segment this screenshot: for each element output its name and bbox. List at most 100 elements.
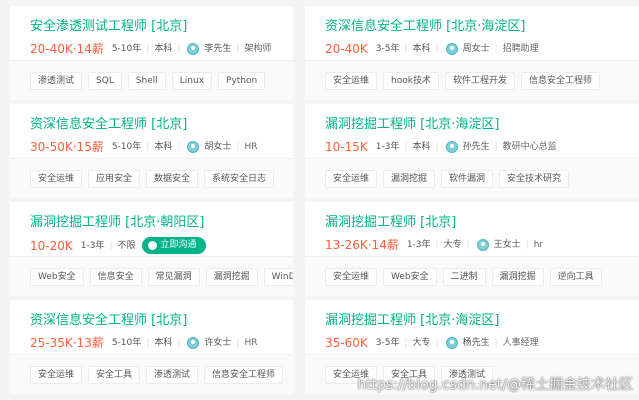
recruiter: 胡女士 | HR bbox=[187, 139, 257, 155]
job-title[interactable]: 漏洞挖掘工程师 [北京] bbox=[325, 214, 639, 232]
divider: | bbox=[404, 142, 408, 152]
skill-tag: 安全技术研究 bbox=[499, 169, 570, 188]
chat-now-label: 立即沟通 bbox=[160, 240, 197, 250]
job-meta: 20-40K 3-5年 | 本科 | 周女士 | 招聘助理 bbox=[325, 41, 639, 57]
divider: | bbox=[236, 142, 240, 152]
recruiter-name: 李先生 bbox=[204, 44, 232, 54]
skill-tag: 安全工具 bbox=[88, 365, 141, 384]
job-card[interactable]: 安全渗透测试工程师 [北京] 20-40K·14薪 5-10年 | 本科 | 李… bbox=[10, 6, 293, 100]
job-meta: 25-35K·13薪 5-10年 | 本科 | 许女士 | HR bbox=[30, 335, 293, 351]
tag-list: 安全运维 安全工具 渗透测试 信息安全工程师 bbox=[10, 354, 293, 394]
job-card[interactable]: 资深信息安全工程师 [北京] 25-35K·13薪 5-10年 | 本科 | 许… bbox=[10, 300, 293, 394]
divider: | bbox=[494, 338, 498, 348]
divider: | bbox=[435, 240, 439, 250]
recruiter-name: 胡女士 bbox=[204, 142, 232, 152]
divider: | bbox=[177, 44, 181, 54]
divider: | bbox=[466, 240, 470, 250]
experience: 5-10年 bbox=[111, 44, 142, 54]
job-title[interactable]: 漏洞挖掘工程师 [北京·海淀区] bbox=[325, 116, 639, 134]
skill-tag: 渗透测试 bbox=[30, 71, 83, 90]
tag-list: Web安全 信息安全 常见漏洞 漏洞挖掘 WinDbg bbox=[10, 256, 293, 296]
tag-list: 安全运维 应用安全 数据安全 系统安全日志 bbox=[10, 158, 293, 198]
skill-tag: Web安全 bbox=[30, 267, 84, 286]
skill-tag: 漏洞挖掘 bbox=[491, 267, 544, 286]
divider: | bbox=[236, 338, 240, 348]
skill-tag: 漏洞挖掘 bbox=[205, 267, 258, 286]
recruiter-name: 王女士 bbox=[493, 240, 521, 250]
skill-tag: Linux bbox=[171, 71, 213, 90]
avatar-icon bbox=[187, 43, 200, 55]
job-card[interactable]: 漏洞挖掘工程师 [北京·朝阳区] 10-20K 1-3年 | 不限 立即沟通 W… bbox=[10, 202, 293, 296]
chat-icon bbox=[147, 241, 157, 250]
recruiter-position: hr bbox=[533, 240, 544, 250]
job-meta: 13-26K·14薪 1-3年 | 大专 | 王女士 | hr bbox=[325, 237, 639, 253]
skill-tag: 渗透测试 bbox=[146, 365, 199, 384]
skill-tag: Python bbox=[218, 71, 266, 90]
skill-tag: 安全运维 bbox=[325, 169, 378, 188]
tag-list: 安全运维 漏洞挖掘 软件漏洞 安全技术研究 bbox=[305, 158, 639, 198]
education: 不限 bbox=[117, 240, 136, 251]
job-card[interactable]: 漏洞挖掘工程师 [北京·海淀区] 10-15K 1-3年 | 本科 | 孙先生 … bbox=[305, 104, 639, 198]
skill-tag: WinDbg bbox=[263, 267, 293, 286]
salary: 25-35K·13薪 bbox=[30, 336, 104, 350]
divider: | bbox=[435, 44, 439, 54]
divider: | bbox=[494, 44, 498, 54]
job-meta: 35-60K 3-5年 | 大专 | 杨先生 | 人事经理 bbox=[325, 335, 639, 351]
skill-tag: 系统安全日志 bbox=[204, 169, 275, 188]
job-title[interactable]: 漏洞挖掘工程师 [北京·海淀区] bbox=[325, 312, 639, 330]
skill-tag: 逆向工具 bbox=[549, 267, 602, 286]
recruiter: 王女士 | hr bbox=[476, 237, 544, 253]
skill-tag: 信息安全工程师 bbox=[204, 365, 284, 384]
recruiter-name: 周女士 bbox=[462, 44, 490, 54]
skill-tag: Shell bbox=[127, 71, 166, 90]
divider: | bbox=[404, 338, 408, 348]
divider: | bbox=[177, 338, 181, 348]
skill-tag: 软件漏洞 bbox=[441, 169, 494, 188]
job-title[interactable]: 资深信息安全工程师 [北京·海淀区] bbox=[325, 18, 639, 36]
avatar-icon bbox=[187, 141, 200, 153]
job-title[interactable]: 资深信息安全工程师 [北京] bbox=[30, 116, 293, 134]
recruiter-position: 人事经理 bbox=[502, 338, 539, 348]
skill-tag: 软件工程开发 bbox=[444, 71, 515, 90]
skill-tag: 安全运维 bbox=[325, 267, 378, 286]
job-card[interactable]: 漏洞挖掘工程师 [北京] 13-26K·14薪 1-3年 | 大专 | 王女士 … bbox=[305, 202, 639, 296]
skill-tag: 数据安全 bbox=[146, 169, 199, 188]
job-card[interactable]: 资深信息安全工程师 [北京·海淀区] 20-40K 3-5年 | 本科 | 周女… bbox=[305, 6, 639, 100]
divider: | bbox=[435, 142, 439, 152]
skill-tag: 二进制 bbox=[442, 267, 486, 286]
salary: 20-40K bbox=[325, 42, 368, 56]
skill-tag: 信息安全工程师 bbox=[520, 71, 600, 90]
job-meta: 20-40K·14薪 5-10年 | 本科 | 李先生 | 架构师 bbox=[30, 41, 293, 57]
education: 大专 bbox=[412, 338, 431, 348]
recruiter: 周女士 | 招聘助理 bbox=[445, 41, 539, 57]
recruiter-position: HR bbox=[244, 142, 258, 152]
experience: 1-3年 bbox=[406, 240, 431, 250]
skill-tag: 常见漏洞 bbox=[147, 267, 200, 286]
job-meta: 10-15K 1-3年 | 本科 | 孙先生 | 教研中心总监 bbox=[325, 139, 639, 155]
chat-now-button[interactable]: 立即沟通 bbox=[141, 237, 206, 254]
job-title[interactable]: 安全渗透测试工程师 [北京] bbox=[30, 18, 293, 36]
skill-tag: 漏洞挖掘 bbox=[383, 169, 436, 188]
job-meta: 10-20K 1-3年 | 不限 立即沟通 bbox=[30, 237, 293, 254]
education: 本科 bbox=[154, 338, 173, 348]
job-title[interactable]: 资深信息安全工程师 [北京] bbox=[30, 312, 293, 330]
divider: | bbox=[404, 44, 408, 54]
recruiter-position: 教研中心总监 bbox=[502, 142, 557, 152]
recruiter: 许女士 | HR bbox=[187, 335, 257, 351]
job-card[interactable]: 资深信息安全工程师 [北京] 30-50K·15薪 5-10年 | 本科 | 胡… bbox=[10, 104, 293, 198]
divider: | bbox=[146, 142, 150, 152]
recruiter: 杨先生 | 人事经理 bbox=[445, 335, 539, 351]
job-grid: 安全渗透测试工程师 [北京] 20-40K·14薪 5-10年 | 本科 | 李… bbox=[10, 6, 639, 394]
recruiter-name: 杨先生 bbox=[462, 338, 490, 348]
job-title[interactable]: 漏洞挖掘工程师 [北京·朝阳区] bbox=[30, 214, 293, 232]
experience: 1-3年 bbox=[375, 142, 400, 152]
divider: | bbox=[494, 142, 498, 152]
avatar-icon bbox=[445, 337, 458, 349]
experience: 5-10年 bbox=[111, 142, 142, 152]
skill-tag: 安全运维 bbox=[325, 71, 378, 90]
divider: | bbox=[146, 44, 150, 54]
job-meta: 30-50K·15薪 5-10年 | 本科 | 胡女士 | HR bbox=[30, 139, 293, 155]
skill-tag: 信息安全 bbox=[89, 267, 142, 286]
divider: | bbox=[146, 338, 150, 348]
salary: 10-15K bbox=[325, 140, 368, 154]
